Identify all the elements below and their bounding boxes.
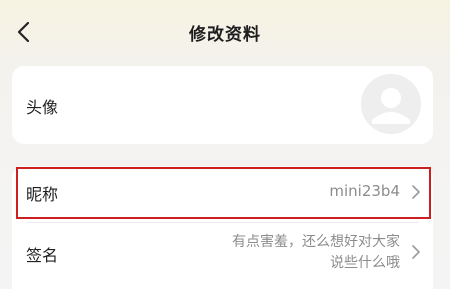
nickname-row-label: 昵称 [26, 185, 59, 204]
chevron-right-icon [412, 245, 420, 259]
signature-value: 有点害羞，还么想好对大家 说些什么哦 [232, 232, 400, 274]
signature-value-line-2: 说些什么哦 [330, 255, 400, 271]
header-bar: 修改资料 [0, 0, 450, 64]
nickname-row[interactable]: 昵称 mini23b4 [12, 166, 433, 220]
signature-row-label: 签名 [26, 246, 59, 265]
chevron-right-icon [412, 185, 420, 199]
avatar[interactable] [361, 74, 421, 134]
page-title: 修改资料 [189, 25, 261, 45]
nickname-value: mini23b4 [329, 182, 400, 200]
user-silhouette-icon [361, 74, 421, 134]
signature-row[interactable]: 签名 有点害羞，还么想好对大家 说些什么哦 [12, 224, 433, 289]
avatar-row-label: 头像 [26, 98, 59, 117]
avatar-row[interactable]: 头像 [12, 66, 433, 144]
signature-value-line-1: 有点害羞，还么想好对大家 [232, 234, 400, 250]
row-divider [26, 222, 419, 223]
profile-info-card: 昵称 mini23b4 签名 有点害羞，还么想好对大家 说些什么哦 [12, 166, 433, 289]
